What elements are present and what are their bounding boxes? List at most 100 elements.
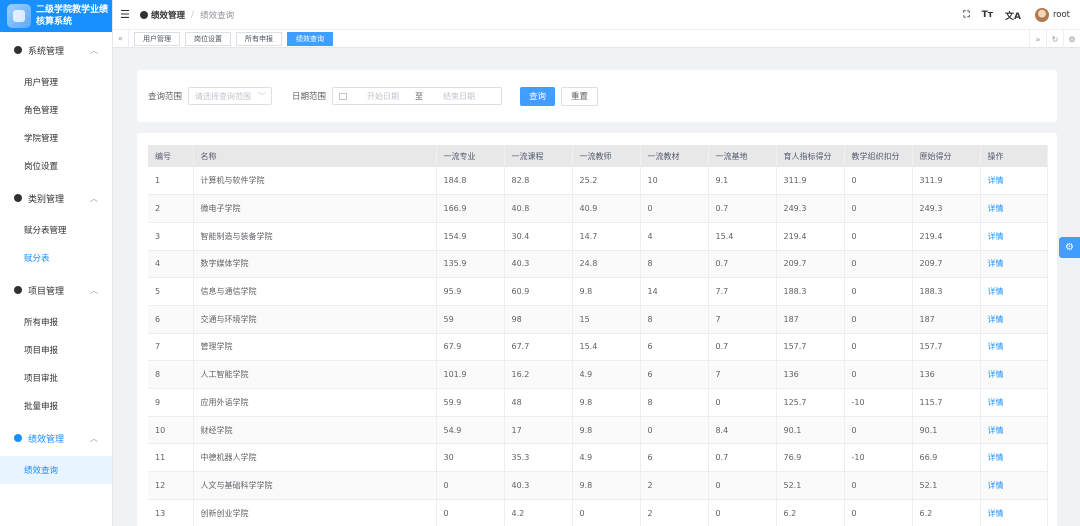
sidebar-item-score-table-manage[interactable]: 赋分表管理	[0, 216, 112, 244]
sidebar-item-batch-apply[interactable]: 批量申报	[0, 392, 112, 420]
detail-link[interactable]: 详情	[980, 471, 1048, 500]
table-cell: 计算机与软件学院	[193, 167, 437, 196]
sidebar-item-project-approval[interactable]: 项目审批	[0, 364, 112, 392]
detail-link[interactable]: 详情	[980, 388, 1048, 417]
sidebar-item-colleges[interactable]: 学院管理	[0, 124, 112, 152]
font-size-icon[interactable]: Tт	[982, 10, 993, 20]
table-cell: 10	[148, 416, 194, 445]
scroll-left-icon[interactable]: «	[113, 29, 129, 48]
table-cell: 115.7	[912, 388, 981, 417]
detail-link[interactable]: 详情	[980, 416, 1048, 445]
breadcrumb-separator: /	[191, 9, 195, 20]
detail-link[interactable]: 详情	[980, 277, 1048, 306]
range-separator: 至	[415, 91, 424, 101]
table-cell: 6	[640, 443, 709, 473]
table-cell: 4.9	[572, 360, 641, 389]
table-cell: 8	[640, 388, 709, 417]
refresh-icon[interactable]: ↻	[1046, 30, 1063, 48]
tag-positions[interactable]: 岗位设置	[185, 31, 231, 46]
reset-button[interactable]: 重置	[561, 86, 599, 106]
sidebar-item-performance-query[interactable]: 绩效查询	[0, 456, 112, 484]
table-cell: -10	[844, 443, 913, 473]
date-range-picker[interactable]: 开始日期 至 结束日期	[332, 87, 503, 105]
table-cell: 0	[844, 360, 913, 389]
table-cell: 67.9	[436, 333, 505, 362]
table-row: 3 智能制造与装备学院 154.9 30.4 14.7 4 15.4 219.4 0 219.4 详…	[148, 222, 1048, 251]
table-cell: 101.9	[436, 360, 505, 389]
table-cell: 25.2	[572, 167, 641, 196]
breadcrumb-home[interactable]: 绩效管理	[151, 9, 185, 21]
gear-icon[interactable]: ⚙	[1063, 30, 1080, 48]
table-row: 1 计算机与软件学院 184.8 82.8 25.2 10 9.1 311.9 0 311.9 详情	[148, 167, 1048, 196]
table-cell: 0	[708, 388, 777, 417]
scope-select[interactable]: 请选择查询范围 ﹀	[188, 87, 273, 105]
table-cell: 6	[640, 360, 709, 389]
settings-float-icon[interactable]: ⚙	[1059, 237, 1080, 258]
breadcrumb-current: 绩效查询	[200, 10, 235, 21]
table-cell: 40.8	[504, 194, 573, 223]
table-cell: 4.2	[504, 499, 573, 526]
table-cell: 35.3	[504, 443, 573, 473]
table-cell: 数字媒体学院	[193, 250, 437, 279]
table-cell: 10	[640, 167, 709, 196]
sidebar-item-positions[interactable]: 岗位设置	[0, 152, 112, 180]
translate-icon[interactable]: 文A	[1005, 9, 1021, 22]
sidebar-group-project[interactable]: 项目管理 ︿	[0, 272, 112, 308]
table-cell: 6.2	[912, 499, 981, 526]
table-cell: 微电子学院	[193, 194, 437, 223]
sidebar-group-label: 绩效管理	[28, 434, 65, 445]
table-cell: 2	[148, 194, 194, 223]
column-header: 名称	[193, 145, 437, 167]
detail-link[interactable]: 详情	[980, 250, 1048, 279]
sidebar-item-roles[interactable]: 角色管理	[0, 96, 112, 124]
detail-link[interactable]: 详情	[980, 167, 1048, 196]
sidebar-item-project-apply[interactable]: 项目申报	[0, 336, 112, 364]
table-cell: 财经学院	[193, 416, 437, 445]
end-date-input[interactable]: 结束日期	[429, 91, 489, 102]
detail-link[interactable]: 详情	[980, 333, 1048, 362]
chevron-up-icon: ︿	[90, 46, 98, 55]
detail-link[interactable]: 详情	[980, 194, 1048, 223]
detail-link[interactable]: 详情	[980, 222, 1048, 251]
table-cell: 0	[844, 167, 913, 196]
table-cell: 90.1	[912, 416, 981, 445]
scroll-right-icon[interactable]: »	[1029, 30, 1046, 48]
sidebar-group-performance[interactable]: 绩效管理 ︿	[0, 420, 112, 456]
menu-toggle-icon[interactable]: ☰	[120, 8, 130, 21]
sidebar-group-category[interactable]: 类别管理 ︿	[0, 180, 112, 216]
tag-all-applications[interactable]: 所有申报	[236, 31, 282, 46]
table-cell: 154.9	[436, 222, 505, 251]
table-cell: 人文与基础科学学院	[193, 471, 437, 500]
fullscreen-icon[interactable]: ⛶	[963, 10, 969, 20]
table-cell: 4	[148, 250, 194, 279]
table-cell: 12	[148, 471, 194, 500]
detail-link[interactable]: 详情	[980, 443, 1048, 473]
table-cell: 2	[640, 499, 709, 526]
column-header: 一流课程	[504, 145, 573, 167]
project-icon	[14, 286, 22, 294]
sidebar-group-label: 项目管理	[28, 286, 65, 297]
table-cell: 0.7	[708, 443, 777, 473]
column-header: 原始得分	[912, 145, 981, 167]
sidebar-item-users[interactable]: 用户管理	[0, 68, 112, 96]
table-cell: 0	[844, 277, 913, 306]
sidebar-item-all-applications[interactable]: 所有申报	[0, 308, 112, 336]
username[interactable]: root	[1053, 10, 1070, 20]
start-date-input[interactable]: 开始日期	[357, 91, 409, 102]
column-header: 一流专业	[436, 145, 505, 167]
detail-link[interactable]: 详情	[980, 305, 1048, 334]
detail-link[interactable]: 详情	[980, 360, 1048, 389]
table-cell: 15.4	[572, 333, 641, 362]
tag-performance-query[interactable]: 绩效查询	[287, 31, 333, 46]
header-tools: ⛶ Tт 文A root	[951, 0, 1070, 30]
tag-users[interactable]: 用户管理	[134, 31, 180, 46]
query-button[interactable]: 查询	[520, 86, 556, 106]
table-cell: 0.7	[708, 194, 777, 223]
table-cell: 7	[708, 360, 777, 389]
table-row: 5 信息与通信学院 95.9 60.9 9.8 14 7.7 188.3 0 188.3 详情	[148, 277, 1048, 306]
sidebar-group-system[interactable]: 系统管理 ︿	[0, 32, 112, 68]
table-cell: 9.8	[572, 277, 641, 306]
detail-link[interactable]: 详情	[980, 499, 1048, 526]
sidebar-item-score-table[interactable]: 赋分表	[0, 244, 112, 272]
avatar[interactable]	[1034, 8, 1049, 22]
